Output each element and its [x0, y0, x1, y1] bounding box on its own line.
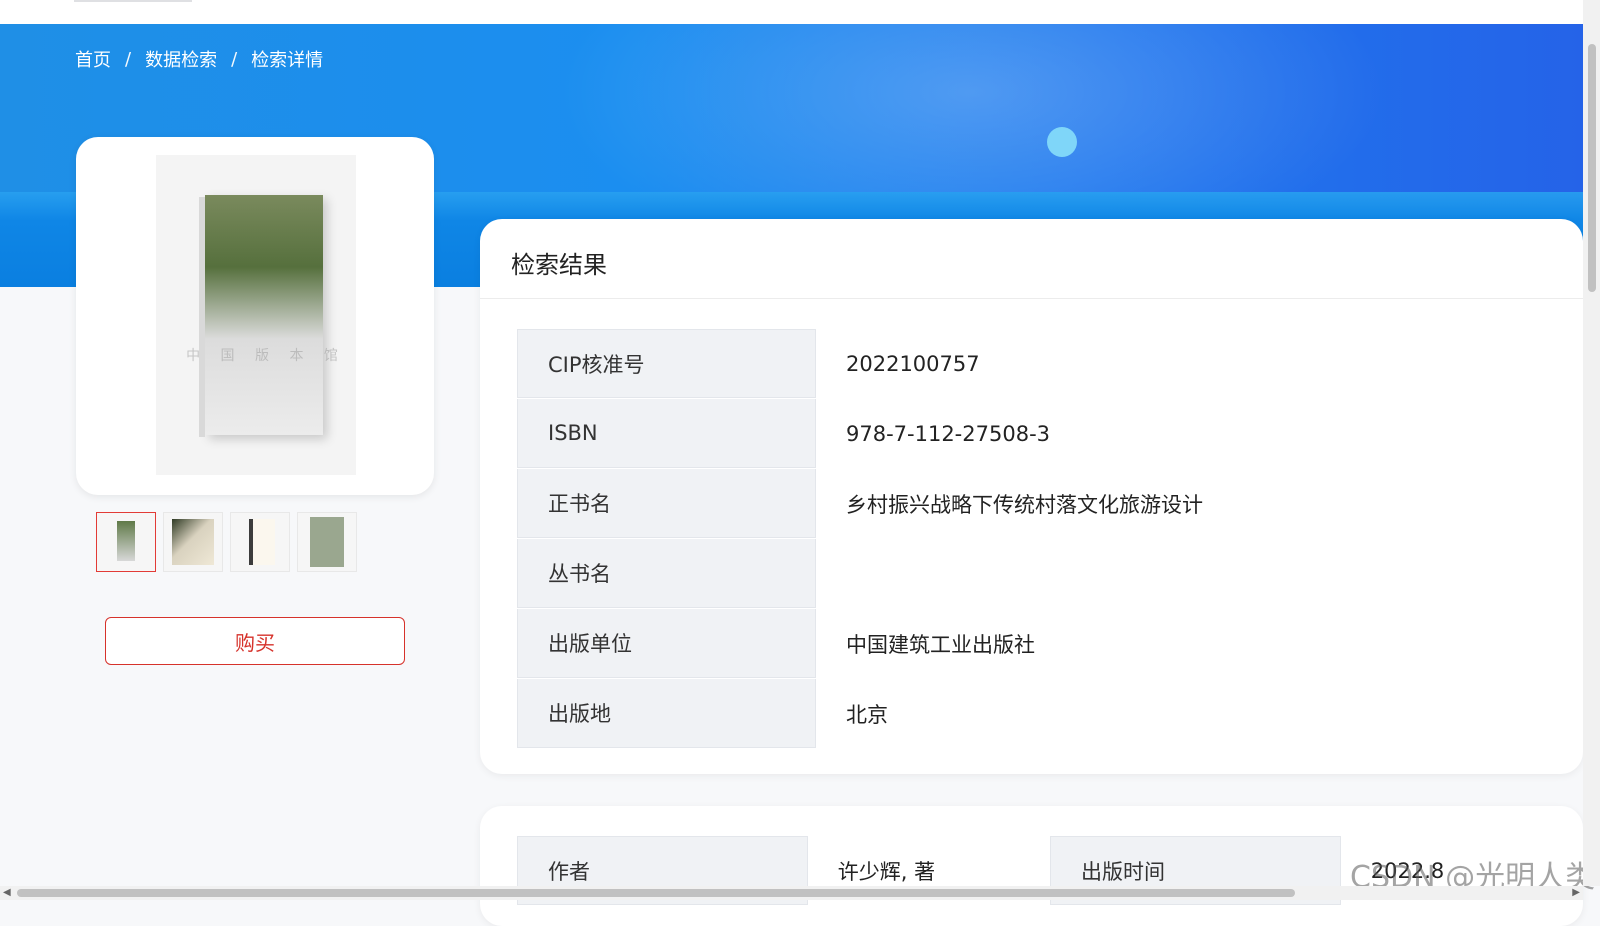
row-value: 978-7-112-27508-3 — [846, 421, 1051, 446]
row-label: CIP核准号 — [517, 329, 816, 398]
result-panel-title: 检索结果 — [511, 251, 607, 279]
buy-button[interactable]: 购买 — [105, 617, 405, 665]
result-table: CIP核准号 2022100757 ISBN 978-7-112-27508-3… — [517, 329, 1583, 749]
thumbnail-2-image — [172, 519, 214, 565]
horizontal-scroll-thumb[interactable] — [17, 889, 1295, 897]
row-label: ISBN — [517, 399, 816, 468]
table-row: ISBN 978-7-112-27508-3 — [517, 399, 1583, 469]
panel-divider — [480, 298, 1583, 299]
table-row: 丛书名 — [517, 539, 1583, 609]
row-value: 乡村振兴战略下传统村落文化旅游设计 — [846, 492, 1203, 517]
top-strip-text — [74, 0, 192, 2]
table-row: 出版单位 中国建筑工业出版社 — [517, 609, 1583, 679]
scroll-right-arrow-icon[interactable]: ▶ — [1572, 887, 1580, 898]
thumbnail-2[interactable] — [163, 512, 223, 572]
book-cover-card: 中 国 版 本 馆 — [76, 137, 434, 495]
breadcrumb-data-search[interactable]: 数据检索 — [145, 46, 217, 72]
row-label: 正书名 — [517, 469, 816, 538]
result-panel: 检索结果 CIP核准号 2022100757 ISBN 978-7-112-27… — [480, 219, 1583, 774]
breadcrumb-separator: / — [125, 48, 132, 70]
breadcrumb-separator: / — [231, 48, 238, 70]
thumbnail-3[interactable] — [230, 512, 290, 572]
thumbnail-1[interactable] — [96, 512, 156, 572]
table-row: CIP核准号 2022100757 — [517, 329, 1583, 399]
breadcrumb-home[interactable]: 首页 — [75, 46, 111, 72]
vertical-scroll-thumb[interactable] — [1588, 44, 1596, 292]
row-label: 出版地 — [517, 679, 816, 748]
breadcrumb: 首页 / 数据检索 / 检索详情 — [75, 46, 323, 72]
row-label: 丛书名 — [517, 539, 816, 608]
row-value — [816, 539, 846, 608]
table-row: 正书名 乡村振兴战略下传统村落文化旅游设计 — [517, 469, 1583, 539]
row-value: 中国建筑工业出版社 — [846, 632, 1035, 657]
banner-dot — [1047, 127, 1077, 157]
thumbnail-4[interactable] — [297, 512, 357, 572]
table-row: 出版地 北京 — [517, 679, 1583, 749]
book-spine — [199, 197, 205, 437]
thumbnail-1-image — [117, 521, 135, 561]
row-value: 北京 — [846, 702, 888, 727]
cover-watermark: 中 国 版 本 馆 — [186, 348, 346, 364]
vertical-scrollbar[interactable] — [1583, 0, 1600, 886]
thumbnail-3-image — [249, 519, 275, 565]
horizontal-scrollbar[interactable]: ◀ ▶ — [0, 886, 1583, 900]
thumbnail-strip — [96, 512, 357, 572]
row-label: 出版单位 — [517, 609, 816, 678]
row-value: 2022100757 — [846, 351, 980, 376]
book-cover-image[interactable]: 中 国 版 本 馆 — [186, 195, 338, 437]
top-strip — [0, 0, 1583, 24]
scroll-left-arrow-icon[interactable]: ◀ — [3, 887, 11, 898]
breadcrumb-current: 检索详情 — [251, 50, 324, 71]
thumbnail-4-image — [310, 517, 344, 567]
